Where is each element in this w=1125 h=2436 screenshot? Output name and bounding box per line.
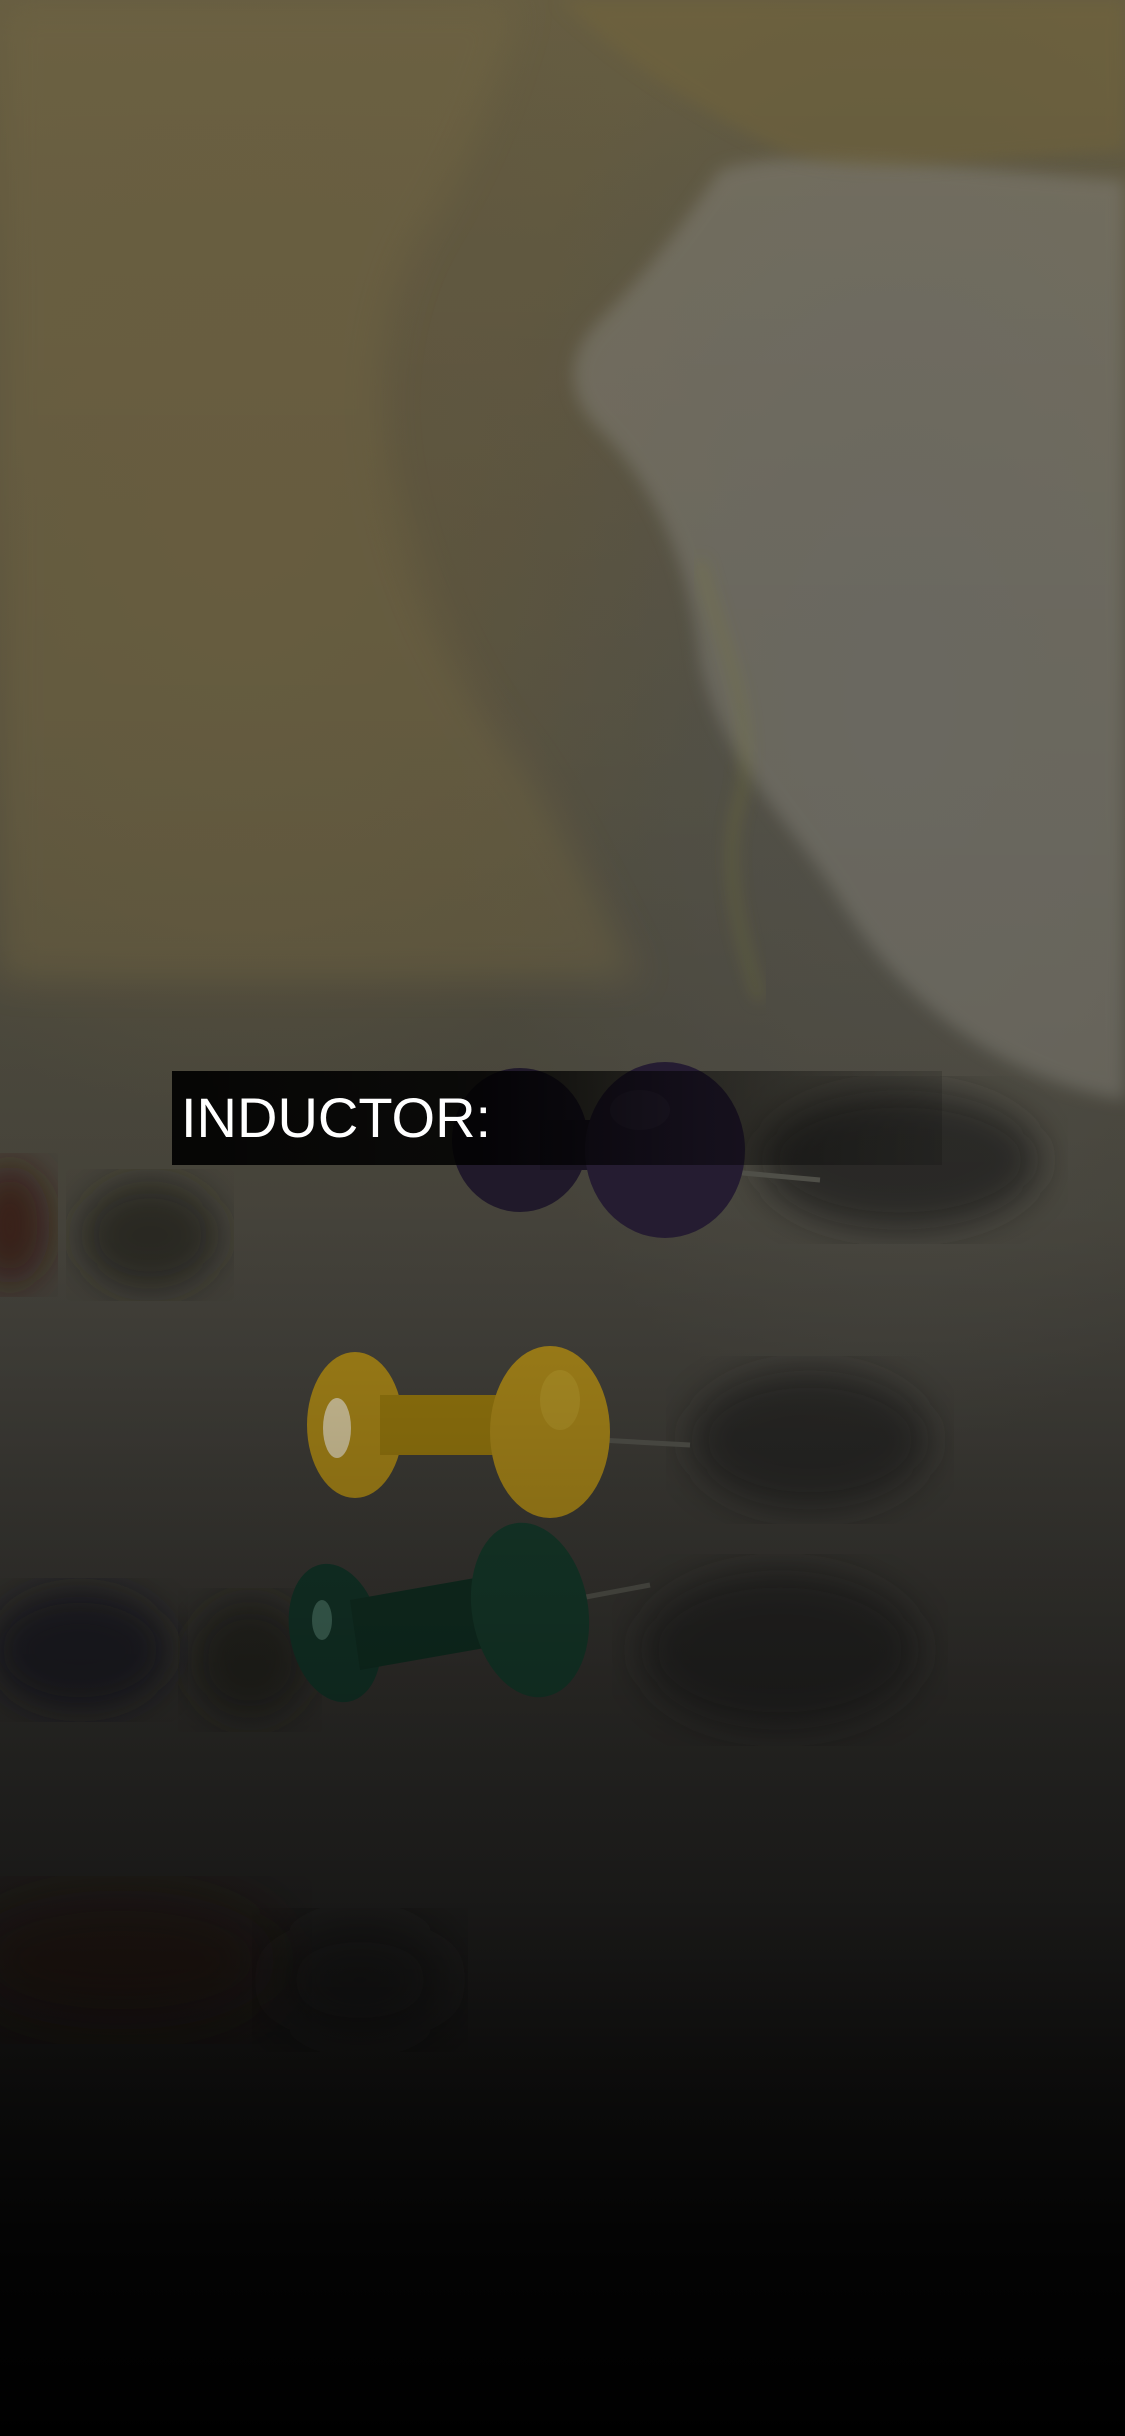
screen: INDUCTOR: [0, 0, 1125, 2436]
dim-overlay [0, 0, 1125, 2436]
inductor-label: INDUCTOR: [181, 1086, 492, 1149]
